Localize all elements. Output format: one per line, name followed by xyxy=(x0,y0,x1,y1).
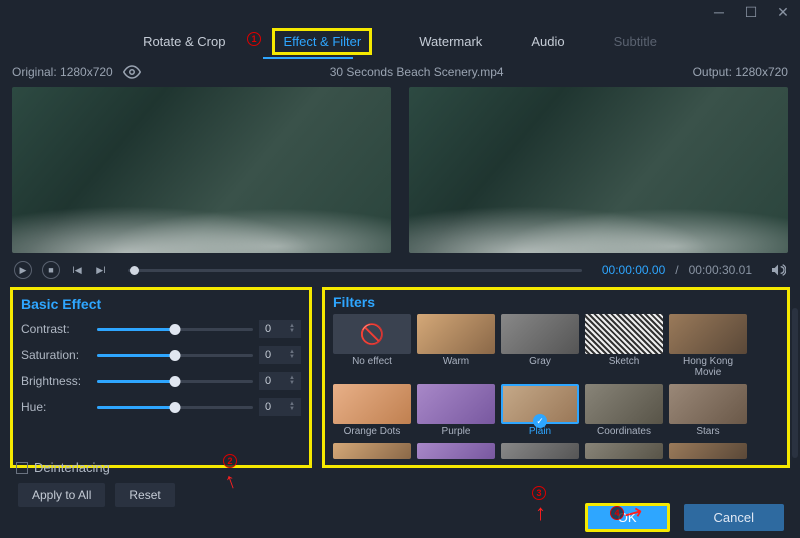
maximize-button[interactable]: ☐ xyxy=(744,5,758,19)
apply-to-all-button[interactable]: Apply to All xyxy=(18,483,105,507)
arrow-icon: ↑ xyxy=(535,500,546,526)
vertical-scrollbar[interactable] xyxy=(792,308,798,458)
filter-plain[interactable]: ✓Plain xyxy=(501,384,579,437)
basic-effect-title: Basic Effect xyxy=(21,296,301,312)
filter-gray[interactable]: Gray xyxy=(501,314,579,378)
saturation-thumb[interactable] xyxy=(170,350,181,361)
saturation-label: Saturation: xyxy=(21,348,91,362)
saturation-slider[interactable] xyxy=(97,354,253,357)
preview-area xyxy=(0,83,800,255)
filters-title: Filters xyxy=(333,294,779,310)
volume-icon[interactable] xyxy=(770,262,786,278)
filter-extra-row[interactable] xyxy=(585,443,663,459)
filter-hong-kong-movie[interactable]: Hong Kong Movie xyxy=(669,314,747,378)
hue-label: Hue: xyxy=(21,400,91,414)
reset-button[interactable]: Reset xyxy=(115,483,174,507)
saturation-spinner[interactable]: ▲▼ xyxy=(289,350,295,360)
window-titlebar: ─ ☐ ✕ xyxy=(0,0,800,24)
basic-effect-panel: Basic Effect Contrast: 0▲▼ Saturation: 0… xyxy=(10,287,312,468)
tab-subtitle: Subtitle xyxy=(612,28,659,55)
saturation-value[interactable]: 0▲▼ xyxy=(259,346,301,364)
playback-progress[interactable] xyxy=(128,269,582,272)
next-frame-button[interactable]: ▶I xyxy=(94,261,108,279)
stop-button[interactable]: ■ xyxy=(42,261,60,279)
original-size-label: Original: 1280x720 xyxy=(12,65,113,79)
contrast-slider[interactable] xyxy=(97,328,253,331)
callout-3: 3 xyxy=(532,486,546,500)
deinterlacing-row[interactable]: Deinterlacing xyxy=(16,460,175,475)
contrast-label: Contrast: xyxy=(21,322,91,336)
callout-2: 2 xyxy=(223,454,237,468)
callout-1: 1 xyxy=(247,32,261,46)
brightness-label: Brightness: xyxy=(21,374,91,388)
filename-label: 30 Seconds Beach Scenery.mp4 xyxy=(330,65,504,79)
hue-thumb[interactable] xyxy=(170,402,181,413)
filter-extra-row[interactable] xyxy=(501,443,579,459)
filters-panel: Filters No effect Warm Gray Sketch Hong … xyxy=(322,287,790,468)
prev-frame-button[interactable]: I◀ xyxy=(70,261,84,279)
contrast-row: Contrast: 0▲▼ xyxy=(21,320,301,338)
tab-effect-filter[interactable]: Effect & Filter xyxy=(272,28,372,55)
tab-audio[interactable]: Audio xyxy=(529,28,566,55)
close-button[interactable]: ✕ xyxy=(776,5,790,19)
brightness-value[interactable]: 0▲▼ xyxy=(259,372,301,390)
contrast-thumb[interactable] xyxy=(170,324,181,335)
deinterlacing-checkbox[interactable] xyxy=(16,462,28,474)
filter-grid: No effect Warm Gray Sketch Hong Kong Mov… xyxy=(333,314,779,459)
filter-no-effect[interactable]: No effect xyxy=(333,314,411,378)
play-button[interactable]: ▶ xyxy=(14,261,32,279)
tab-underline xyxy=(263,57,353,59)
brightness-row: Brightness: 0▲▼ xyxy=(21,372,301,390)
filter-stars[interactable]: Stars xyxy=(669,384,747,437)
brightness-spinner[interactable]: ▲▼ xyxy=(289,376,295,386)
filter-extra-row[interactable] xyxy=(417,443,495,459)
filter-purple[interactable]: Purple xyxy=(417,384,495,437)
deinterlacing-label: Deinterlacing xyxy=(34,460,110,475)
hue-value[interactable]: 0▲▼ xyxy=(259,398,301,416)
toggle-preview-icon[interactable] xyxy=(123,63,141,81)
time-separator: / xyxy=(675,263,678,277)
brightness-slider[interactable] xyxy=(97,380,253,383)
filter-extra-row[interactable] xyxy=(333,443,411,459)
progress-thumb[interactable] xyxy=(130,266,139,275)
tab-watermark[interactable]: Watermark xyxy=(417,28,484,55)
filter-extra-row[interactable] xyxy=(669,443,747,459)
playback-controls: ▶ ■ I◀ ▶I 00:00:00.00 / 00:00:30.01 xyxy=(0,255,800,285)
editor-tabs: Rotate & Crop Effect & Filter Watermark … xyxy=(0,28,800,55)
brightness-thumb[interactable] xyxy=(170,376,181,387)
hue-spinner[interactable]: ▲▼ xyxy=(289,402,295,412)
cancel-button[interactable]: Cancel xyxy=(684,504,784,531)
current-time: 00:00:00.00 xyxy=(602,263,665,277)
contrast-spinner[interactable]: ▲▼ xyxy=(289,324,295,334)
hue-row: Hue: 0▲▼ xyxy=(21,398,301,416)
filter-coordinates[interactable]: Coordinates xyxy=(585,384,663,437)
filter-orange-dots[interactable]: Orange Dots xyxy=(333,384,411,437)
duration: 00:00:30.01 xyxy=(689,263,752,277)
hue-slider[interactable] xyxy=(97,406,253,409)
filter-warm[interactable]: Warm xyxy=(417,314,495,378)
check-icon: ✓ xyxy=(533,414,547,428)
filter-sketch[interactable]: Sketch xyxy=(585,314,663,378)
output-preview xyxy=(409,87,788,253)
preview-info-bar: Original: 1280x720 30 Seconds Beach Scen… xyxy=(0,61,800,83)
original-preview xyxy=(12,87,391,253)
contrast-value[interactable]: 0▲▼ xyxy=(259,320,301,338)
saturation-row: Saturation: 0▲▼ xyxy=(21,346,301,364)
tab-rotate-crop[interactable]: Rotate & Crop xyxy=(141,28,227,55)
minimize-button[interactable]: ─ xyxy=(712,5,726,19)
output-size-label: Output: 1280x720 xyxy=(693,65,788,79)
